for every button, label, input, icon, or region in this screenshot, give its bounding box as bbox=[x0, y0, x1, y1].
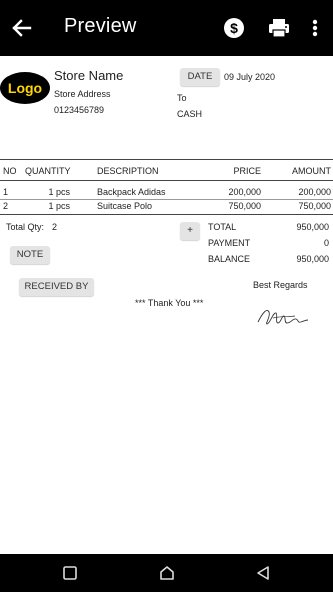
balance-label: BALANCE bbox=[208, 254, 251, 264]
square-icon[interactable] bbox=[62, 565, 78, 581]
signature-image bbox=[255, 302, 311, 330]
header-amount: AMOUNT bbox=[292, 166, 331, 176]
best-regards: Best Regards bbox=[253, 280, 308, 290]
page-title: Preview bbox=[64, 15, 137, 37]
to-label: To bbox=[177, 93, 187, 103]
total-qty-label: Total Qty: bbox=[6, 222, 45, 232]
store-phone: 0123456789 bbox=[54, 105, 105, 115]
row-price: 750,000 bbox=[228, 201, 261, 211]
store-name: Store Name bbox=[54, 68, 124, 83]
print-button[interactable] bbox=[265, 14, 293, 42]
date-button[interactable]: DATE bbox=[180, 68, 220, 86]
currency-button[interactable]: $ bbox=[220, 14, 248, 42]
row-no: 2 bbox=[3, 201, 9, 211]
row-divider bbox=[0, 199, 333, 200]
total-value: 950,000 bbox=[296, 222, 329, 232]
note-button[interactable]: NOTE bbox=[10, 246, 50, 264]
store-address: Store Address bbox=[54, 89, 111, 99]
header-description: DESCRIPTION bbox=[97, 166, 159, 176]
row-quantity: 1 pcs bbox=[48, 201, 70, 211]
received-by-button[interactable]: RECEIVED BY bbox=[19, 278, 94, 296]
more-options-button[interactable] bbox=[306, 14, 324, 42]
row-no: 1 bbox=[3, 187, 9, 197]
home-icon[interactable] bbox=[158, 564, 176, 582]
back-button[interactable] bbox=[8, 12, 36, 44]
add-item-button[interactable]: + bbox=[180, 222, 200, 240]
dollar-circle-icon: $ bbox=[224, 18, 244, 38]
row-description: Suitcase Polo bbox=[97, 201, 153, 211]
printer-icon bbox=[269, 19, 289, 38]
more-vertical-icon bbox=[312, 19, 318, 37]
svg-text:$: $ bbox=[230, 20, 238, 36]
table-bottom-divider bbox=[0, 214, 333, 215]
app-bar: Preview $ bbox=[0, 0, 333, 56]
row-quantity: 1 pcs bbox=[48, 187, 70, 197]
header-quantity: QUANTITY bbox=[25, 166, 71, 176]
system-nav-bar bbox=[0, 554, 333, 592]
customer-name: CASH bbox=[177, 109, 203, 119]
payment-label: PAYMENT bbox=[208, 238, 251, 248]
table-header-divider bbox=[0, 180, 333, 181]
header-no: NO bbox=[3, 166, 17, 176]
arrow-left-icon bbox=[12, 19, 32, 37]
total-label: TOTAL bbox=[208, 222, 237, 232]
thank-you-message: *** Thank You *** bbox=[135, 298, 204, 308]
table-top-divider bbox=[0, 159, 333, 160]
triangle-back-icon[interactable] bbox=[254, 564, 272, 582]
row-amount: 750,000 bbox=[298, 201, 331, 211]
total-qty-value: 2 bbox=[52, 222, 58, 232]
store-logo: Logo bbox=[0, 72, 50, 104]
row-description: Backpack Adidas bbox=[97, 187, 166, 197]
invoice-date: 09 July 2020 bbox=[224, 72, 276, 82]
row-price: 200,000 bbox=[228, 187, 261, 197]
payment-value: 0 bbox=[323, 238, 329, 248]
header-price: PRICE bbox=[233, 166, 261, 176]
balance-value: 950,000 bbox=[296, 254, 329, 264]
row-amount: 200,000 bbox=[298, 187, 331, 197]
